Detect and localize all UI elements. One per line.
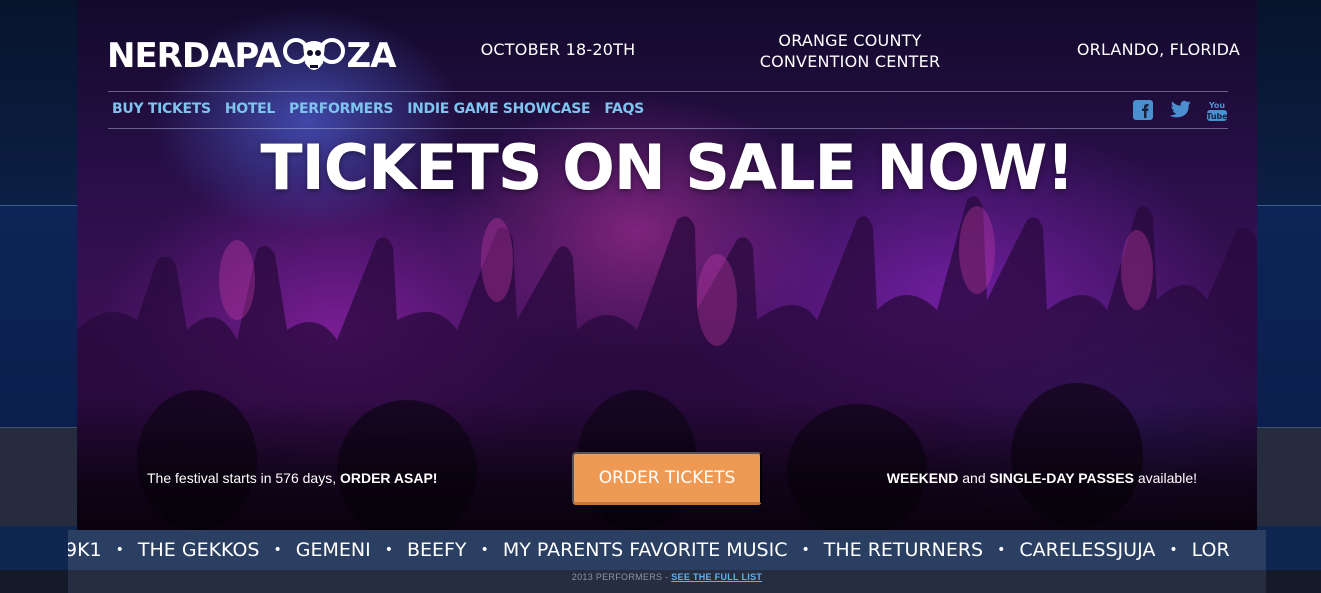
performer-name: BEEFY — [406, 539, 467, 561]
festival-countdown-text: The festival starts in 576 days, ORDER A… — [147, 470, 437, 486]
youtube-icon[interactable]: You Tube — [1206, 98, 1228, 127]
hero-headline: TICKETS ON SALE NOW! — [260, 131, 1074, 204]
ticker-track: 9K1 • THE GEKKOS • GEMENI • BEEFY • MY P… — [68, 539, 1230, 561]
social-links: You Tube — [1132, 98, 1228, 127]
event-city: ORLANDO, FLORIDA — [1076, 40, 1240, 59]
and-text: and — [958, 470, 990, 486]
footer-text: 2013 PERFORMERS - — [571, 572, 672, 582]
performer-name: 9K1 — [68, 539, 102, 561]
ticker-separator: • — [115, 542, 124, 558]
performer-name: MY PARENTS FAVORITE MUSIC — [502, 539, 788, 561]
nav-faqs[interactable]: FAQS — [604, 101, 644, 121]
nav-buy-tickets[interactable]: BUY TICKETS — [112, 101, 211, 121]
see-full-list-link[interactable]: SEE THE FULL LIST — [671, 572, 762, 582]
main-nav: BUY TICKETS HOTEL PERFORMERS INDIE GAME … — [112, 101, 644, 121]
site-logo[interactable]: NERDAPA ZA — [107, 33, 397, 79]
event-venue: ORANGE COUNTY CONVENTION CENTER — [735, 30, 965, 72]
performer-name: CARELESSJUJA — [1019, 539, 1156, 561]
available-text: available! — [1133, 470, 1197, 486]
svg-text:Tube: Tube — [1206, 112, 1228, 121]
ticker-separator: • — [997, 542, 1006, 558]
ticker-separator: • — [1169, 542, 1178, 558]
performers-ticker: 9K1 • THE GEKKOS • GEMENI • BEEFY • MY P… — [68, 530, 1266, 570]
weekend-text: WEEKEND — [886, 470, 959, 486]
passes-available-text: WEEKEND and SINGLE-DAY PASSES available! — [887, 470, 1197, 486]
performer-name: THE RETURNERS — [823, 539, 984, 561]
ticker-separator: • — [384, 542, 393, 558]
ram-skull-icon — [282, 33, 345, 79]
facebook-icon[interactable] — [1132, 99, 1154, 126]
performer-name: LOR — [1191, 539, 1230, 561]
venue-line-1: ORANGE COUNTY — [778, 31, 922, 50]
event-date: OCTOBER 18-20TH — [480, 40, 636, 59]
nav-divider-bottom — [108, 128, 1228, 129]
ticker-separator: • — [273, 542, 282, 558]
nav-performers[interactable]: PERFORMERS — [289, 101, 394, 121]
logo-text-left: NERDAPA — [107, 36, 282, 76]
ticker-separator: • — [480, 542, 489, 558]
twitter-icon[interactable] — [1168, 100, 1192, 125]
order-tickets-button[interactable]: ORDER TICKETS — [572, 452, 762, 505]
nav-divider-top — [108, 91, 1228, 92]
hero-crowd-image — [77, 0, 1257, 530]
performer-name: THE GEKKOS — [137, 539, 260, 561]
nav-indie-game-showcase[interactable]: INDIE GAME SHOWCASE — [407, 101, 590, 121]
logo-text-right: ZA — [346, 36, 397, 76]
performers-footer: 2013 PERFORMERS - SEE THE FULL LIST — [68, 570, 1266, 593]
order-asap-text: ORDER ASAP! — [339, 470, 438, 486]
venue-line-2: CONVENTION CENTER — [759, 52, 941, 71]
svg-text:You: You — [1208, 101, 1226, 110]
ticker-separator: • — [801, 542, 810, 558]
performer-name: GEMENI — [295, 539, 371, 561]
single-day-passes-text: SINGLE-DAY PASSES — [989, 470, 1134, 486]
nav-hotel[interactable]: HOTEL — [225, 101, 275, 121]
countdown-text: The festival starts in 576 days, — [147, 470, 340, 486]
